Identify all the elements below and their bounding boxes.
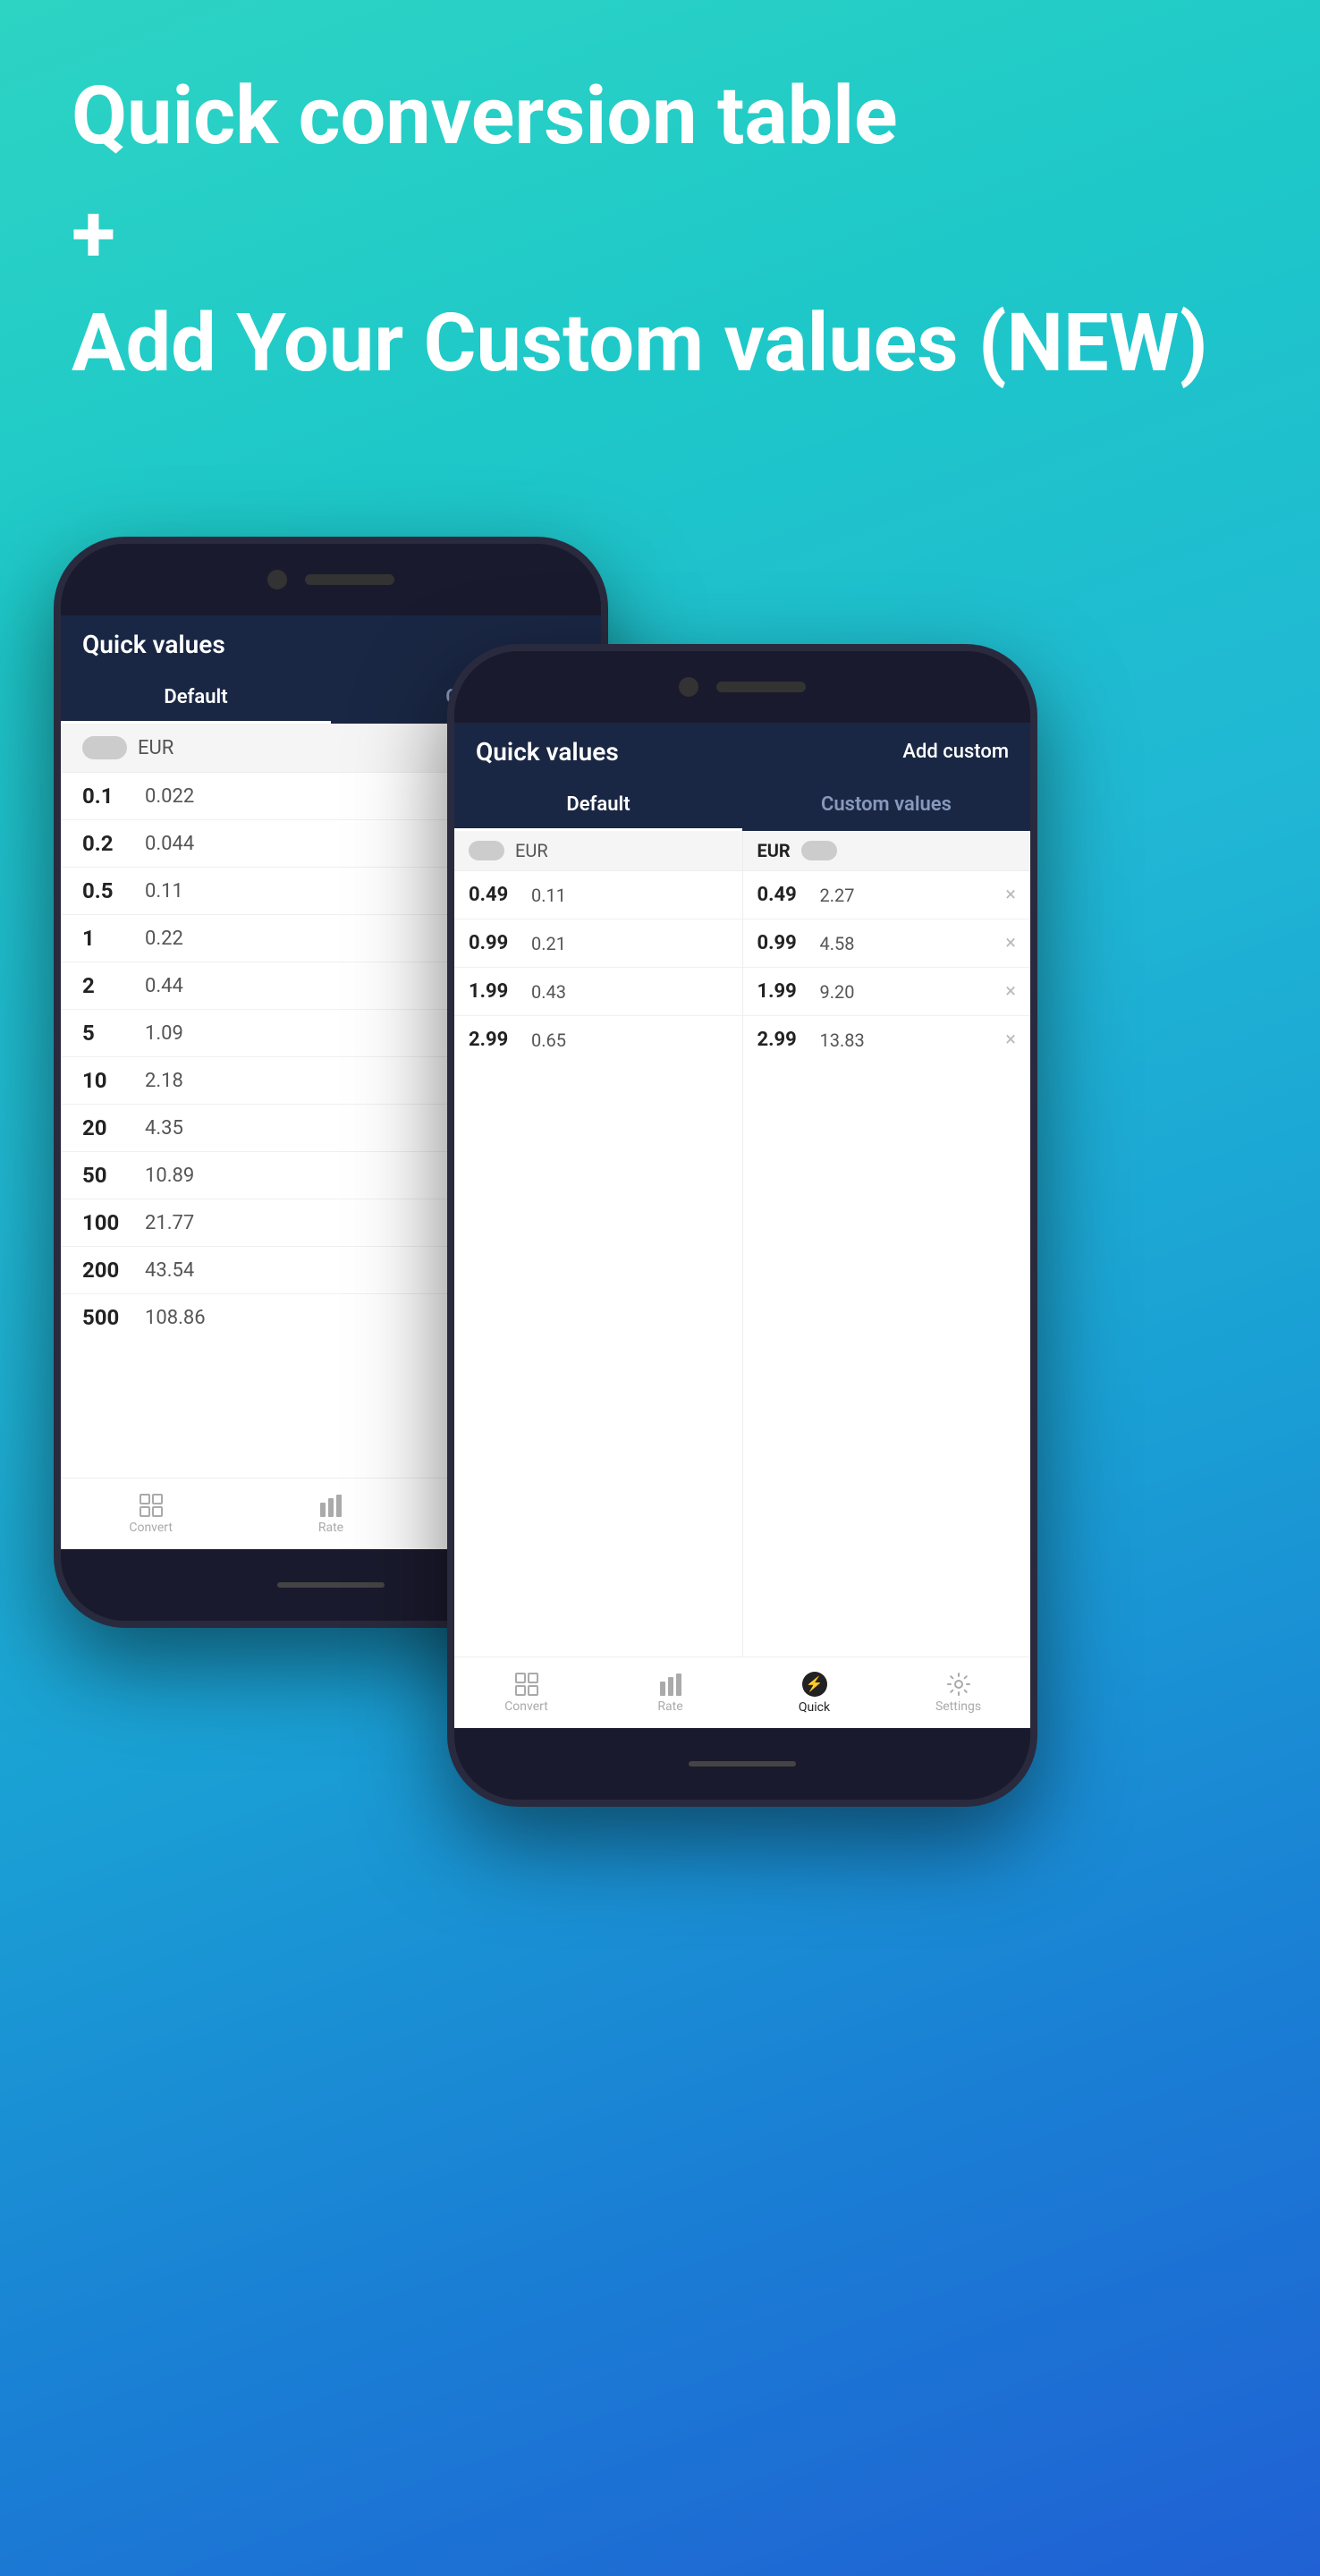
grid-icon	[140, 1494, 163, 1517]
phone2-add-custom[interactable]: Add custom	[902, 741, 1009, 763]
phone1-app-title: Quick values	[82, 630, 225, 659]
phone2-nav-settings[interactable]: Settings	[886, 1657, 1030, 1728]
phone2-default-side: EUR 0.49 0.11 0.99 0.21 1.99 0.43	[454, 831, 743, 1657]
phone1-currency-left: EUR	[138, 737, 173, 759]
header-section: Quick conversion table + Add Your Custom…	[72, 72, 1248, 387]
delete-icon[interactable]: ×	[1005, 932, 1016, 954]
phone2-speaker	[716, 682, 806, 692]
bar-chart-icon	[659, 1673, 682, 1696]
phone2-currency-right-label: EUR	[757, 840, 791, 861]
phone2-tab-default[interactable]: Default	[454, 781, 742, 831]
phone1-speaker	[305, 574, 394, 585]
grid-icon	[515, 1673, 538, 1696]
phone2-nav-quick[interactable]: ⚡ Quick	[742, 1657, 886, 1728]
bar-icon	[319, 1494, 343, 1517]
table-row: 0.49 2.27 ×	[743, 871, 1031, 919]
header-plus: +	[72, 187, 1248, 281]
phone2-tab-custom[interactable]: Custom values	[742, 781, 1030, 831]
phone2-bottom-nav: Convert Rate ⚡ Quick	[454, 1657, 1030, 1728]
header-title: Quick conversion table	[72, 72, 1248, 160]
phone1-nav-convert[interactable]: Convert	[61, 1479, 241, 1549]
phone2-app-title: Quick values	[476, 737, 619, 767]
phone2-toggle-left[interactable]	[469, 841, 504, 860]
phone2-nav-rate-label: Rate	[657, 1699, 682, 1714]
phone1-camera	[267, 570, 287, 589]
table-row: 2.99 0.65	[454, 1016, 742, 1063]
delete-icon[interactable]: ×	[1005, 1029, 1016, 1051]
phone2-tabs: Default Custom values	[454, 781, 1030, 831]
phone2-nav-convert-label: Convert	[504, 1699, 548, 1714]
phone2-nav-rate[interactable]: Rate	[598, 1657, 742, 1728]
phone2-screen: Quick values Add custom Default Custom v…	[454, 723, 1030, 1728]
phone2-camera	[679, 677, 698, 697]
table-row: 0.99 0.21	[454, 919, 742, 968]
phone1-notch	[61, 544, 601, 615]
table-row: 0.99 4.58 ×	[743, 919, 1031, 968]
delete-icon[interactable]: ×	[1005, 980, 1016, 1003]
phone1-tab-default[interactable]: Default	[61, 674, 331, 724]
phone2-custom-currency: EUR	[743, 831, 1031, 871]
phone2-notch	[454, 651, 1030, 723]
phone2-app-header: Quick values Add custom	[454, 723, 1030, 781]
table-row: 0.49 0.11	[454, 871, 742, 919]
phone1-nav-convert-label: Convert	[129, 1521, 173, 1535]
phone-2: Quick values Add custom Default Custom v…	[447, 644, 1037, 1807]
table-row: 1.99 9.20 ×	[743, 968, 1031, 1016]
phone2-default-currency: EUR	[454, 831, 742, 871]
phone2-content: EUR 0.49 0.11 0.99 0.21 1.99 0.43	[454, 831, 1030, 1657]
lightning-icon: ⚡	[802, 1672, 827, 1697]
phone1-nav-rate-label: Rate	[318, 1521, 343, 1535]
settings-icon	[947, 1673, 970, 1696]
phone2-nav-settings-label: Settings	[935, 1699, 981, 1714]
phone2-custom-side: EUR 0.49 2.27 × 0.99 4.58 × 1.99	[743, 831, 1031, 1657]
header-subtitle: Add Your Custom values (NEW)	[72, 299, 1248, 387]
phone2-nav-convert[interactable]: Convert	[454, 1657, 598, 1728]
delete-icon[interactable]: ×	[1005, 884, 1016, 906]
phone1-toggle[interactable]	[82, 736, 127, 759]
phone2-bottom	[454, 1728, 1030, 1800]
phone2-home-indicator	[689, 1761, 796, 1767]
phone2-toggle-right[interactable]	[801, 841, 837, 860]
phone2-nav-quick-label: Quick	[799, 1700, 830, 1715]
table-row: 1.99 0.43	[454, 968, 742, 1016]
phone1-nav-rate[interactable]: Rate	[241, 1479, 420, 1549]
phone2-currency-left: EUR	[515, 840, 548, 861]
table-row: 2.99 13.83 ×	[743, 1016, 1031, 1063]
phone1-home-indicator	[277, 1582, 385, 1588]
